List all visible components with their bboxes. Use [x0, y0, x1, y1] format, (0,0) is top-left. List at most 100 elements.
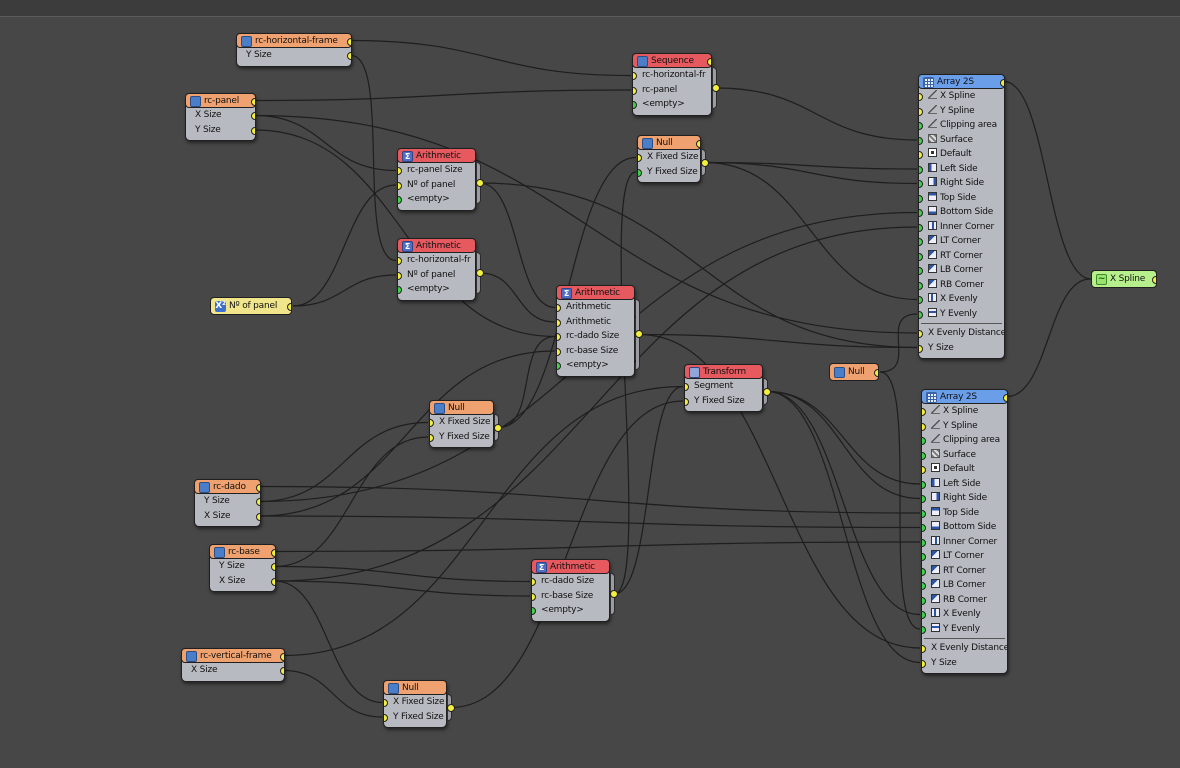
node-header[interactable]: rc-dado [194, 479, 261, 494]
input-port[interactable] [922, 422, 926, 431]
output-port[interactable] [447, 703, 455, 712]
output-port[interactable] [635, 330, 643, 339]
output-port[interactable] [874, 369, 878, 377]
node-header[interactable]: X² Nº of panel [210, 297, 292, 315]
node-base[interactable]: rc-base Y Size X Size [209, 544, 276, 592]
node-header[interactable]: rc-horizontal-frame [236, 33, 352, 48]
input-port[interactable] [922, 408, 926, 416]
output-port[interactable] [696, 140, 700, 148]
output-port[interactable] [256, 512, 260, 521]
node-header[interactable]: rc-vertical-frame [181, 648, 285, 663]
input-port[interactable] [922, 524, 926, 532]
output-port[interactable] [712, 83, 720, 92]
output-port[interactable] [271, 563, 275, 571]
node-sequence[interactable]: Sequence rc-horizontal-fr rc-panel <empty> [632, 53, 720, 116]
input-port[interactable] [922, 495, 926, 503]
input-port[interactable] [919, 180, 923, 188]
output-port[interactable] [494, 423, 502, 432]
output-port[interactable] [1003, 394, 1007, 402]
node-null3[interactable]: Null X Fixed Size Y Fixed Size [383, 680, 455, 728]
node-array1[interactable]: Array 2S X Spline Y Spline Clipping area Sur… [918, 74, 1005, 359]
node-nullmid[interactable]: Null [829, 363, 879, 381]
output-port[interactable] [476, 178, 484, 187]
node-null1[interactable]: Null X Fixed Size Y Fixed Size [637, 135, 709, 183]
input-port[interactable] [398, 271, 402, 280]
input-port[interactable] [685, 383, 689, 391]
input-port[interactable] [919, 267, 923, 275]
node-header[interactable]: Null [637, 135, 701, 150]
node-header[interactable]: Σ Arithmetic [531, 559, 610, 574]
input-port[interactable] [557, 362, 561, 370]
input-port[interactable] [919, 310, 923, 319]
output-port[interactable] [1152, 276, 1156, 284]
output-port[interactable] [763, 387, 771, 396]
output-port[interactable] [1000, 79, 1004, 87]
input-port[interactable] [532, 607, 536, 615]
input-port[interactable] [919, 136, 923, 145]
node-header[interactable]: Σ Arithmetic [397, 238, 476, 253]
input-port[interactable] [919, 93, 923, 101]
input-port[interactable] [638, 154, 642, 162]
input-port[interactable] [919, 238, 923, 246]
input-port[interactable] [922, 509, 926, 518]
input-port[interactable] [633, 86, 637, 95]
input-port[interactable] [922, 451, 926, 460]
output-port[interactable] [256, 498, 260, 506]
input-port[interactable] [922, 480, 926, 489]
node-arith1[interactable]: Σ Arithmetic rc-panel Size Nº of panel <empt… [397, 148, 484, 211]
node-transform[interactable]: Transform Segment Y Fixed Size [684, 364, 771, 412]
output-port[interactable] [271, 577, 275, 586]
output-port[interactable] [280, 667, 284, 675]
input-port[interactable] [919, 296, 923, 304]
input-port[interactable] [922, 538, 926, 547]
input-port[interactable] [919, 209, 923, 217]
output-port[interactable] [701, 158, 709, 167]
output-port[interactable] [707, 58, 711, 66]
output-port[interactable] [251, 126, 255, 135]
input-port[interactable] [430, 419, 434, 427]
input-port[interactable] [919, 194, 923, 203]
output-port[interactable] [271, 549, 275, 557]
node-header[interactable]: Transform [684, 364, 763, 379]
node-header[interactable]: Null [829, 363, 879, 381]
input-port[interactable] [922, 645, 926, 653]
output-port[interactable] [610, 589, 618, 598]
node-header[interactable]: ~ X Spline [1091, 270, 1157, 288]
input-port[interactable] [384, 713, 388, 722]
node-vframe[interactable]: rc-vertical-frame X Size [181, 648, 285, 682]
input-port[interactable] [384, 699, 388, 707]
output-port[interactable] [476, 268, 484, 277]
input-port[interactable] [922, 596, 926, 605]
node-header[interactable]: Null [429, 400, 494, 415]
output-port[interactable] [251, 98, 255, 106]
input-port[interactable] [557, 318, 561, 327]
node-graph-canvas[interactable]: rc-horizontal-frame Y Size rc-panel X Size Y… [0, 0, 1180, 768]
output-port[interactable] [347, 38, 351, 46]
input-port[interactable] [919, 151, 923, 159]
input-port[interactable] [532, 592, 536, 601]
output-port[interactable] [280, 653, 284, 661]
node-null2[interactable]: Null X Fixed Size Y Fixed Size [429, 400, 502, 448]
input-port[interactable] [922, 659, 926, 668]
node-header[interactable]: Sequence [632, 53, 712, 68]
output-port[interactable] [347, 52, 351, 60]
input-port[interactable] [919, 122, 923, 130]
input-port[interactable] [922, 437, 926, 445]
node-header[interactable]: Array 2S [918, 74, 1005, 89]
input-port[interactable] [633, 72, 637, 80]
input-port[interactable] [919, 107, 923, 116]
input-port[interactable] [922, 567, 926, 576]
input-port[interactable] [922, 582, 926, 590]
node-header[interactable]: rc-panel [185, 93, 256, 108]
node-xspline[interactable]: ~ X Spline [1091, 270, 1157, 288]
input-port[interactable] [557, 347, 561, 356]
input-port[interactable] [919, 281, 923, 290]
input-port[interactable] [398, 257, 402, 265]
input-port[interactable] [532, 578, 536, 586]
input-port[interactable] [398, 286, 402, 294]
node-header[interactable]: Σ Arithmetic [397, 148, 476, 163]
node-arith2[interactable]: Σ Arithmetic rc-horizontal-fr Nº of panel <e… [397, 238, 484, 301]
output-port[interactable] [287, 303, 291, 311]
input-port[interactable] [398, 167, 402, 175]
input-port[interactable] [430, 433, 434, 442]
